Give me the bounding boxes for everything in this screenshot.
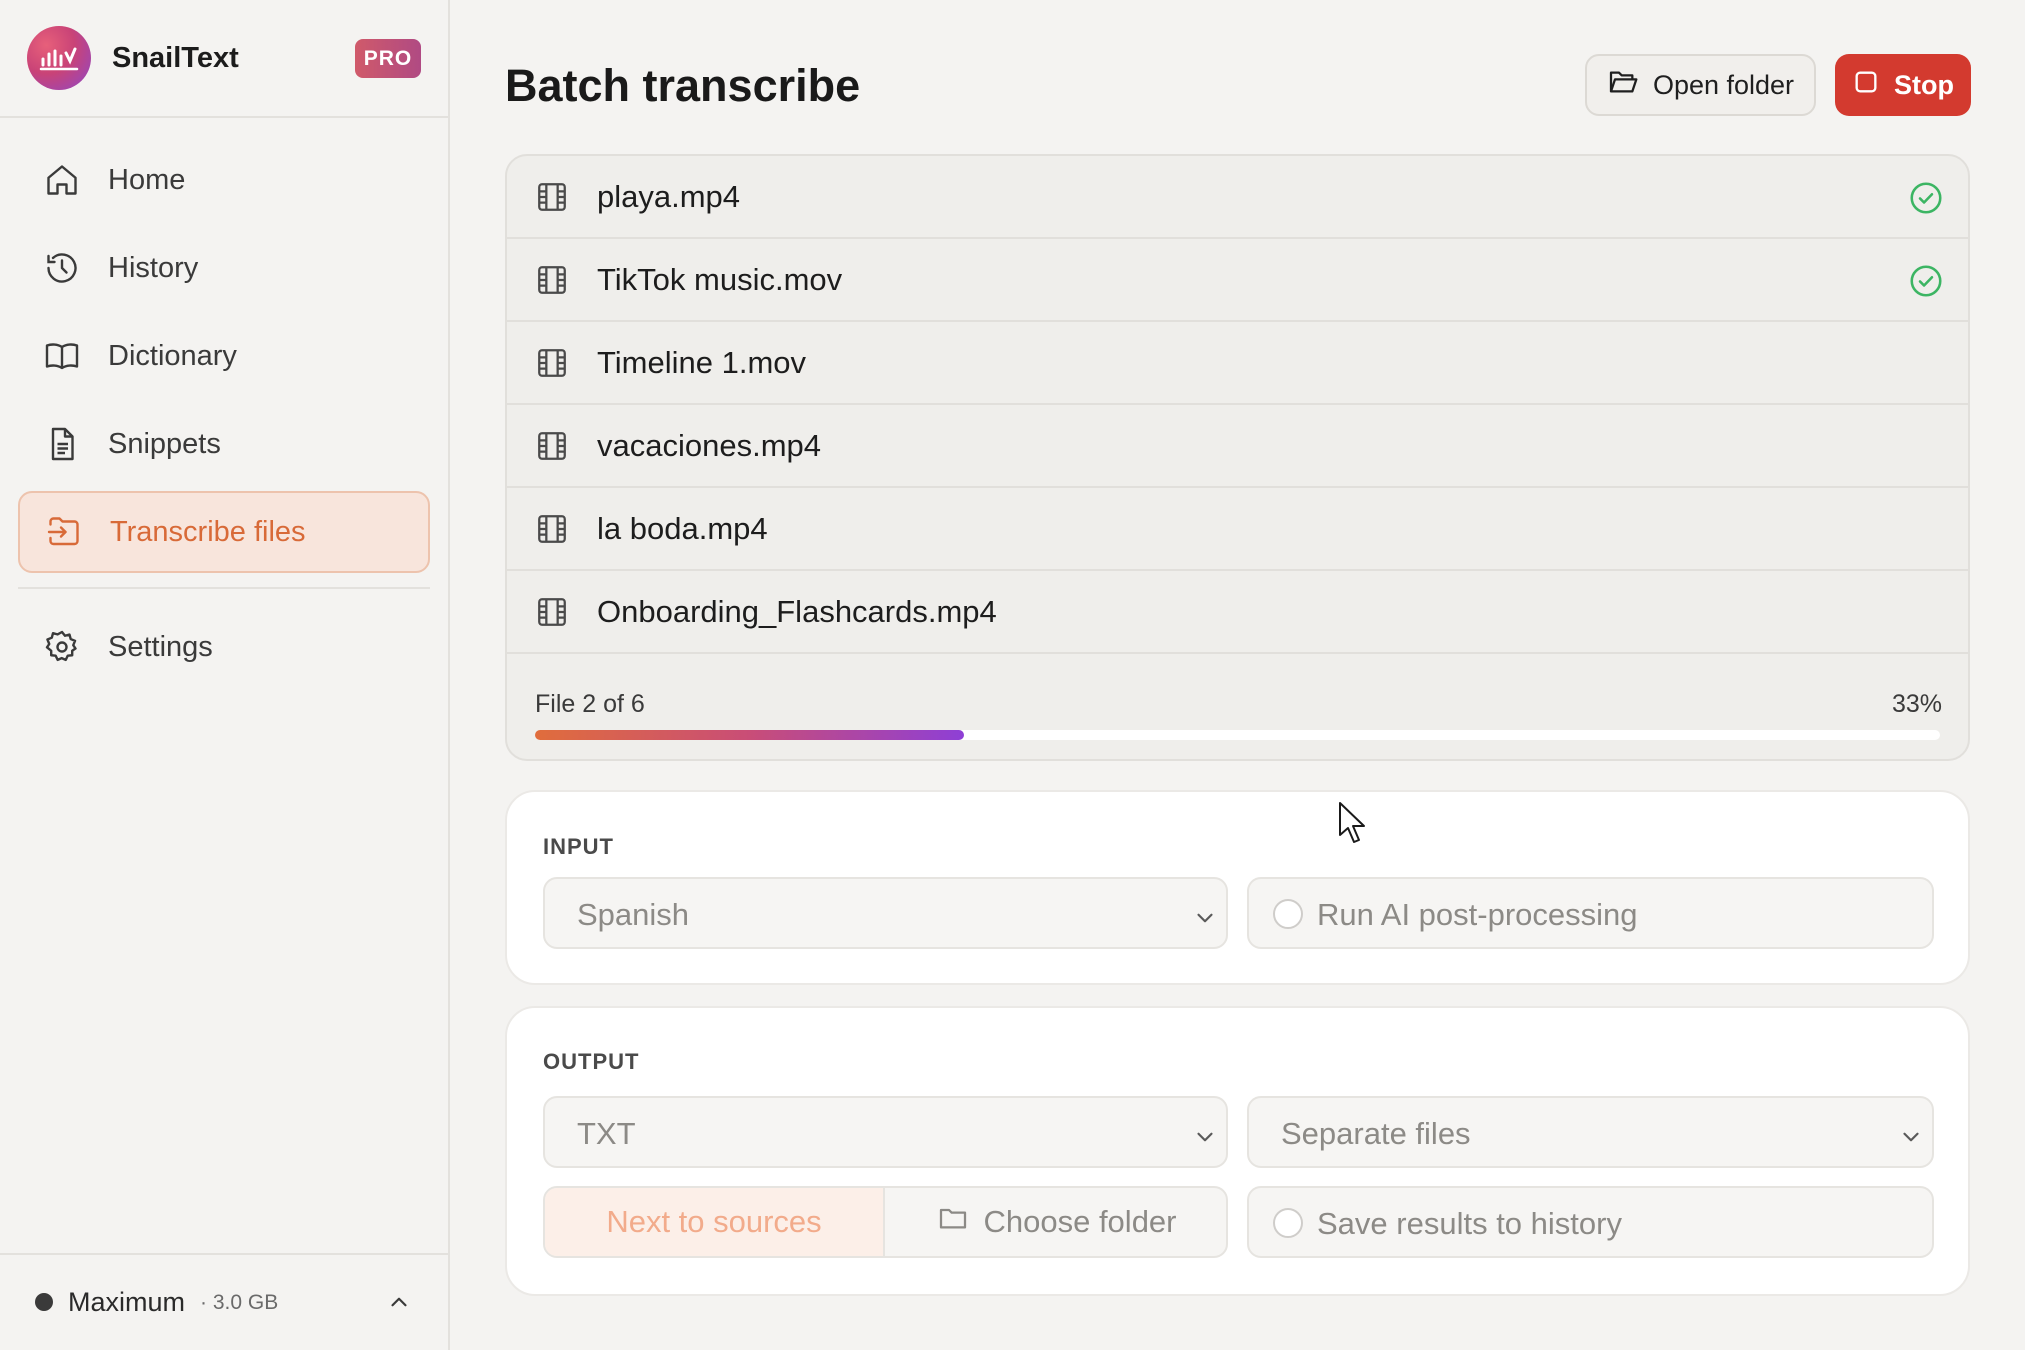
film-icon — [535, 512, 569, 546]
sidebar-item-dictionary[interactable]: Dictionary — [18, 315, 430, 397]
mouse-cursor-icon — [1339, 802, 1365, 843]
progress-bar-fill — [535, 730, 964, 740]
file-name: la boda.mp4 — [597, 511, 768, 546]
app-logo — [27, 26, 91, 90]
sidebar-item-label: History — [108, 251, 199, 284]
language-select[interactable]: Spanish — [543, 877, 1228, 949]
file-row[interactable]: playa.mp4 — [507, 156, 1968, 239]
choose-folder-option[interactable]: Choose folder — [887, 1188, 1227, 1256]
save-history-label: Save results to history — [1317, 1206, 1622, 1241]
sidebar-item-history[interactable]: History — [18, 227, 430, 309]
output-section-label: OUTPUT — [543, 1049, 640, 1074]
file-name: playa.mp4 — [597, 179, 741, 214]
input-card: INPUT Spanish Run AI post-processing — [505, 790, 1970, 985]
file-row[interactable]: Onboarding_Flashcards.mp4 — [507, 571, 1968, 654]
history-icon — [42, 248, 82, 288]
open-folder-label: Open folder — [1652, 69, 1795, 100]
app-name: SnailText — [112, 42, 239, 74]
sidebar-item-label: Home — [108, 163, 186, 196]
input-section-label: INPUT — [543, 834, 614, 859]
check-circle-icon — [1908, 180, 1944, 216]
chevron-up-icon[interactable] — [386, 1289, 412, 1315]
sidebar-item-label: Settings — [108, 630, 213, 663]
save-history-radio[interactable] — [1273, 1208, 1303, 1238]
document-icon — [42, 424, 82, 464]
sidebar-item-transcribe-files[interactable]: Transcribe files — [18, 491, 430, 573]
film-icon — [535, 263, 569, 297]
model-name: Maximum — [68, 1287, 186, 1317]
file-name: Onboarding_Flashcards.mp4 — [597, 594, 997, 629]
stop-button[interactable]: Stop — [1835, 54, 1971, 116]
chevron-down-icon — [1898, 1122, 1924, 1148]
film-icon — [535, 346, 569, 380]
waveform-icon — [39, 47, 79, 71]
folder-open-icon — [1607, 66, 1639, 105]
check-circle-icon — [1908, 263, 1944, 299]
gear-icon — [42, 627, 82, 667]
model-selector[interactable]: Maximum · 3.0 GB — [0, 1253, 450, 1350]
ai-postprocess-toggle[interactable]: Run AI post-processing — [1247, 877, 1934, 949]
progress-percent: 33% — [1891, 690, 1942, 718]
sidebar: SnailText PRO Home History Dictionary Sn… — [0, 0, 450, 1350]
file-name: vacaciones.mp4 — [597, 428, 822, 463]
progress-bar — [535, 730, 1940, 740]
output-location-segmented: Next to sources Choose folder — [543, 1186, 1228, 1258]
sidebar-item-home[interactable]: Home — [18, 139, 430, 221]
sidebar-item-settings[interactable]: Settings — [18, 606, 430, 688]
file-import-icon — [44, 512, 84, 552]
chevron-down-icon — [1192, 903, 1218, 929]
output-mode-select[interactable]: Separate files — [1247, 1096, 1934, 1168]
sidebar-item-label: Snippets — [108, 427, 221, 460]
progress-label: File 2 of 6 — [535, 690, 645, 718]
ai-postprocess-radio[interactable] — [1273, 899, 1303, 929]
open-folder-button[interactable]: Open folder — [1585, 54, 1816, 116]
model-status-dot — [35, 1293, 53, 1311]
film-icon — [535, 180, 569, 214]
sidebar-item-label: Transcribe files — [110, 515, 306, 548]
format-value: TXT — [577, 1116, 636, 1151]
format-select[interactable]: TXT — [543, 1096, 1228, 1168]
file-name: Timeline 1.mov — [597, 345, 807, 380]
book-icon — [42, 336, 82, 376]
file-row[interactable]: la boda.mp4 — [507, 488, 1968, 571]
ai-postprocess-label: Run AI post-processing — [1317, 897, 1638, 932]
film-icon — [535, 595, 569, 629]
language-value: Spanish — [577, 897, 690, 932]
chevron-down-icon — [1192, 1122, 1218, 1148]
film-icon — [535, 429, 569, 463]
stop-icon — [1852, 68, 1880, 103]
sidebar-item-snippets[interactable]: Snippets — [18, 403, 430, 485]
choose-folder-label: Choose folder — [983, 1204, 1177, 1239]
model-size: · 3.0 GB — [200, 1291, 279, 1314]
sidebar-item-label: Dictionary — [108, 339, 237, 372]
next-to-sources-option[interactable]: Next to sources — [545, 1188, 885, 1256]
sidebar-divider — [18, 587, 430, 589]
stop-label: Stop — [1894, 69, 1954, 100]
next-to-sources-label: Next to sources — [606, 1204, 822, 1239]
output-card: OUTPUT TXT Separate files Next to source… — [505, 1006, 1970, 1296]
output-mode-value: Separate files — [1281, 1116, 1471, 1151]
folder-icon — [937, 1202, 969, 1242]
file-row[interactable]: TikTok music.mov — [507, 239, 1968, 322]
file-row[interactable]: Timeline 1.mov — [507, 322, 1968, 405]
save-history-toggle[interactable]: Save results to history — [1247, 1186, 1934, 1258]
pro-badge: PRO — [355, 39, 421, 78]
brand-header: SnailText PRO — [0, 0, 450, 118]
file-row[interactable]: vacaciones.mp4 — [507, 405, 1968, 488]
file-list-panel: playa.mp4 TikTok music.mov Timeline 1.mov v… — [505, 154, 1970, 761]
file-name: TikTok music.mov — [597, 262, 843, 297]
app-window: SnailText PRO Home History Dictionary Sn… — [0, 0, 2025, 1350]
page-title: Batch transcribe — [505, 60, 861, 111]
home-icon — [42, 160, 82, 200]
